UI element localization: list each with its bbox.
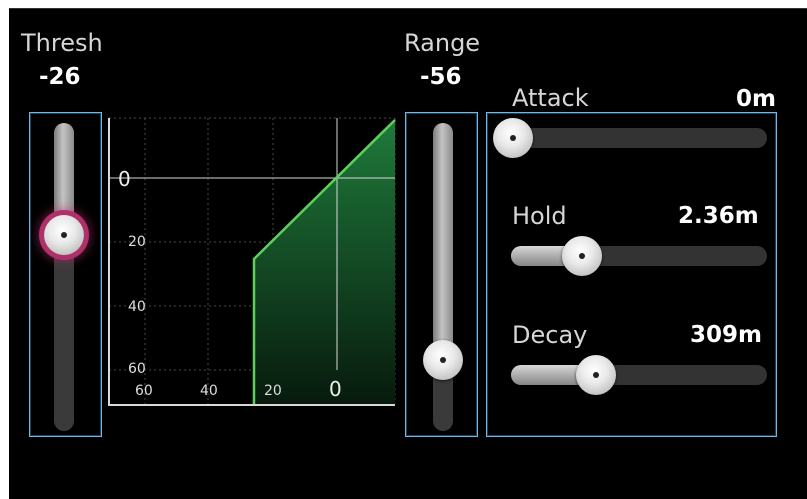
attack-label: Attack: [512, 84, 589, 112]
decay-slider-knob[interactable]: [576, 355, 616, 395]
range-label: Range: [404, 29, 481, 57]
hold-label: Hold: [512, 202, 567, 230]
thresh-fader-knob[interactable]: [44, 215, 84, 255]
y-tick-40: 40: [128, 299, 146, 315]
x-tick-20: 20: [264, 383, 282, 399]
top-strip: [0, 0, 807, 8]
gate-graph: [108, 117, 396, 406]
y-tick-20: 20: [128, 234, 146, 250]
range-fader-track[interactable]: [433, 123, 453, 431]
envelope-frame: [486, 112, 777, 437]
range-fader-knob[interactable]: [423, 340, 463, 380]
decay-slider-track[interactable]: [511, 365, 767, 385]
x-tick-40: 40: [200, 383, 218, 399]
hold-slider-track[interactable]: [511, 246, 767, 266]
y-tick-0: 0: [118, 167, 131, 191]
hold-slider-knob[interactable]: [562, 236, 602, 276]
attack-value: 0m: [736, 86, 776, 112]
range-fader-fill: [433, 123, 453, 363]
decay-value: 309m: [690, 322, 762, 348]
attack-slider-track[interactable]: [511, 128, 767, 148]
decay-label: Decay: [512, 321, 588, 349]
x-tick-60: 60: [135, 383, 153, 399]
thresh-fader-track[interactable]: [54, 123, 74, 431]
thresh-value: -26: [39, 64, 81, 90]
attack-slider-knob[interactable]: [493, 118, 533, 158]
x-tick-0: 0: [329, 377, 342, 401]
gate-panel: Thresh -26 0 20 40 60 60 40 20 0 Range -…: [9, 8, 807, 499]
thresh-label: Thresh: [21, 29, 103, 57]
hold-value: 2.36m: [678, 203, 759, 229]
range-value: -56: [420, 64, 462, 90]
y-tick-60: 60: [128, 361, 146, 377]
gate-curve-fill: [254, 120, 395, 404]
